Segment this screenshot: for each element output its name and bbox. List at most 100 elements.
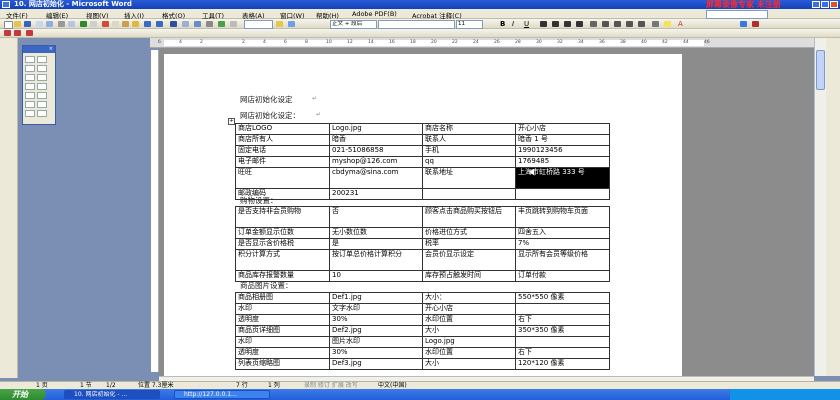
permission-icon[interactable] [36, 21, 43, 27]
table-cell[interactable]: 水印 [235, 336, 330, 348]
email-pdf-icon[interactable] [14, 30, 21, 36]
tool-label-icon[interactable] [25, 92, 35, 99]
table-cell[interactable]: Def3.jpg [329, 358, 423, 370]
tool-button-icon[interactable] [25, 83, 35, 90]
table-cell[interactable]: Def2.jpg [329, 325, 423, 337]
table-cell[interactable]: 商店LOGO [235, 123, 330, 135]
table-cell[interactable]: 1769485 [515, 156, 610, 168]
table-cell[interactable]: 右下 [515, 314, 610, 326]
table-cell[interactable]: 税率 [422, 238, 516, 250]
table-cell[interactable]: 350*350 像素 [515, 325, 610, 337]
table-cell[interactable]: 水印 [235, 303, 330, 315]
drawing-icon[interactable] [218, 21, 225, 27]
print-icon[interactable] [58, 21, 65, 27]
tool-radio-icon[interactable] [37, 74, 47, 81]
table-cell[interactable]: Def1.jpg [329, 292, 423, 304]
cut-icon[interactable] [102, 21, 109, 27]
table-cell[interactable]: 暗香 1 号 [515, 134, 610, 146]
email-icon[interactable] [46, 21, 53, 27]
help-question-box[interactable] [706, 10, 768, 19]
font-color-button[interactable]: A [678, 20, 683, 28]
read-icon[interactable] [276, 21, 283, 27]
close-icon[interactable] [830, 1, 838, 8]
palette-header[interactable]: × [23, 46, 55, 53]
decrease-indent-icon[interactable] [626, 21, 633, 27]
excel-icon[interactable] [194, 21, 201, 27]
convert-pdf-icon[interactable] [4, 30, 11, 36]
table-cell[interactable]: 大小 [422, 325, 516, 337]
tool-toggle-icon[interactable] [25, 110, 35, 117]
vertical-scrollbar[interactable] [814, 38, 826, 376]
table-cell[interactable]: 021-51086858 [329, 145, 423, 157]
table-cell[interactable] [515, 336, 610, 348]
table-cell[interactable]: 7% [515, 238, 610, 250]
table-cell[interactable] [515, 188, 610, 200]
spelling-icon[interactable] [80, 21, 87, 27]
bold-button[interactable]: B [500, 20, 505, 28]
print-preview-icon[interactable] [68, 21, 75, 27]
table-cell[interactable]: 120*120 像素 [515, 358, 610, 370]
redo-icon[interactable] [156, 21, 163, 27]
table-cell[interactable]: 显示所有会员等级价格 [515, 249, 610, 271]
tool-scroll-icon[interactable] [37, 92, 47, 99]
align-center-icon[interactable] [552, 21, 559, 27]
justify-icon[interactable] [576, 21, 583, 27]
border-icon[interactable] [652, 21, 659, 27]
table-cell[interactable]: 暗香 [329, 134, 423, 146]
table-cell[interactable]: 固定电话 [235, 145, 330, 157]
table-cell[interactable]: 价格进位方式 [422, 227, 516, 239]
table-cell[interactable]: 右下 [515, 347, 610, 359]
table-cell[interactable]: 开心小店 [422, 303, 516, 315]
copy-icon[interactable] [112, 21, 119, 27]
table-cell[interactable]: 会员价显示设定 [422, 249, 516, 271]
new-doc-icon[interactable] [4, 21, 13, 29]
task-word[interactable]: 10. 网店初始化 - ... [64, 390, 160, 399]
table-cell[interactable]: 水印位置 [422, 347, 516, 359]
table-cell[interactable] [422, 188, 516, 200]
align-left-icon[interactable] [540, 21, 547, 27]
table-cell[interactable]: 四舍五入 [515, 227, 610, 239]
document-page[interactable]: 网店初始化设定 ↵ 网店初始化设定： ↵ + 商店LOGO Logo.jpg 商店名称开… [164, 54, 682, 376]
table-cell[interactable]: 丰页跳转到购物车页面 [515, 206, 610, 228]
table-cell[interactable]: 旺旺 [235, 167, 330, 189]
hyperlink-icon[interactable] [170, 21, 177, 27]
maximize-icon[interactable] [821, 1, 829, 8]
paste-icon[interactable] [122, 21, 129, 27]
format-painter-icon[interactable] [132, 21, 139, 27]
tool-more-icon[interactable] [37, 110, 47, 117]
task-browser[interactable]: http://127.0.0.1... [174, 390, 270, 399]
table-cell[interactable]: 30% [329, 314, 423, 326]
table-cell[interactable]: 透明度 [235, 347, 330, 359]
table-cell[interactable]: 订单金额显示位数 [235, 227, 330, 239]
tool-checkbox-icon[interactable] [25, 65, 35, 72]
show-hide-icon[interactable] [230, 21, 237, 27]
table-cell[interactable]: cbdyma@sina.com [329, 167, 423, 189]
underline-button[interactable]: U [524, 20, 529, 28]
table-cell[interactable]: 大小： [422, 292, 516, 304]
table-cell[interactable]: 电子邮件 [235, 156, 330, 168]
table-cell[interactable]: 商品页详细图 [235, 325, 330, 337]
table-cell[interactable]: 无小数位数 [329, 227, 423, 239]
table-cell[interactable]: 商品相册图 [235, 292, 330, 304]
columns-icon[interactable] [206, 21, 213, 27]
table-cell[interactable]: 积分计算方式 [235, 249, 330, 271]
table-cell[interactable]: 按订单总价格计算积分 [329, 249, 423, 271]
table-cell[interactable]: 否 [329, 206, 423, 228]
table-cell[interactable]: 是否支持非会员购物 [235, 206, 330, 228]
chinese-layout-icon[interactable] [740, 21, 747, 27]
table-cell[interactable]: 联系地址 [422, 167, 516, 189]
italic-button[interactable]: I [512, 20, 514, 28]
vertical-ruler[interactable] [151, 50, 159, 372]
table-cell[interactable]: qq [422, 156, 516, 168]
tool-list-icon[interactable] [37, 65, 47, 72]
table-cell[interactable]: 图片水印 [329, 336, 423, 348]
table-cell[interactable]: 商店名称 [422, 123, 516, 135]
increase-indent-icon[interactable] [638, 21, 645, 27]
open-icon[interactable] [14, 21, 21, 27]
tool-spin-icon[interactable] [25, 101, 35, 108]
line-spacing-icon[interactable] [590, 21, 597, 27]
table-cell[interactable]: 文字水印 [329, 303, 423, 315]
numbering-icon[interactable] [602, 21, 609, 27]
phonetic-icon[interactable] [752, 21, 759, 27]
style-select[interactable]: 正文 + 段后 [330, 20, 377, 29]
